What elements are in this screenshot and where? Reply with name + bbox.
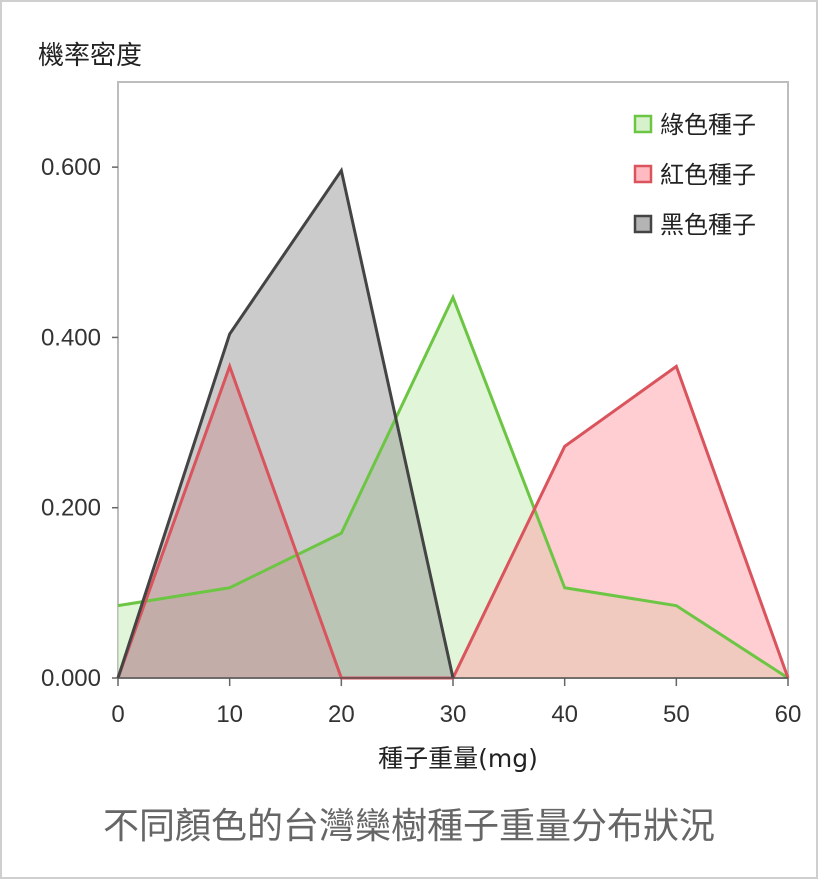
x-tick-label: 20 xyxy=(328,701,355,728)
legend-label-black: 黑色種子 xyxy=(660,211,756,239)
x-tick-label: 50 xyxy=(663,701,690,728)
legend-swatch-red xyxy=(633,164,653,184)
x-tick-label: 10 xyxy=(216,701,243,728)
legend-swatch-green xyxy=(633,114,653,134)
y-axis-ticks: 0.000 0.200 0.400 0.600 xyxy=(41,154,118,692)
legend: 綠色種子紅色種子黑色種子 xyxy=(633,111,756,239)
legend-label-green: 綠色種子 xyxy=(660,111,756,139)
chart-canvas: 機率密度 0.0000.2000.4000.600 0 10 20 30 40 50 60 … xyxy=(38,41,801,847)
y-axis-label: 機率密度 xyxy=(38,41,142,71)
legend-swatch-black xyxy=(633,214,653,234)
x-tick-label: 40 xyxy=(551,701,578,728)
y-tick-label: 0.200 xyxy=(41,495,101,522)
x-tick-label: 60 xyxy=(775,701,802,728)
y-tick-label: 0.400 xyxy=(41,324,101,351)
series-layer xyxy=(116,166,790,680)
y-tick-label: 0.600 xyxy=(41,154,101,181)
x-axis-ticks: 0 10 20 30 40 50 60 xyxy=(111,678,801,728)
chart-caption: 不同顏色的台灣欒樹種子重量分布狀況 xyxy=(103,806,715,847)
x-tick-label: 30 xyxy=(440,701,467,728)
legend-label-red: 紅色種子 xyxy=(660,161,756,189)
y-tick-label: 0.000 xyxy=(41,665,101,692)
x-tick-label: 0 xyxy=(111,701,124,728)
x-axis-label: 種子重量(mg) xyxy=(378,744,538,773)
